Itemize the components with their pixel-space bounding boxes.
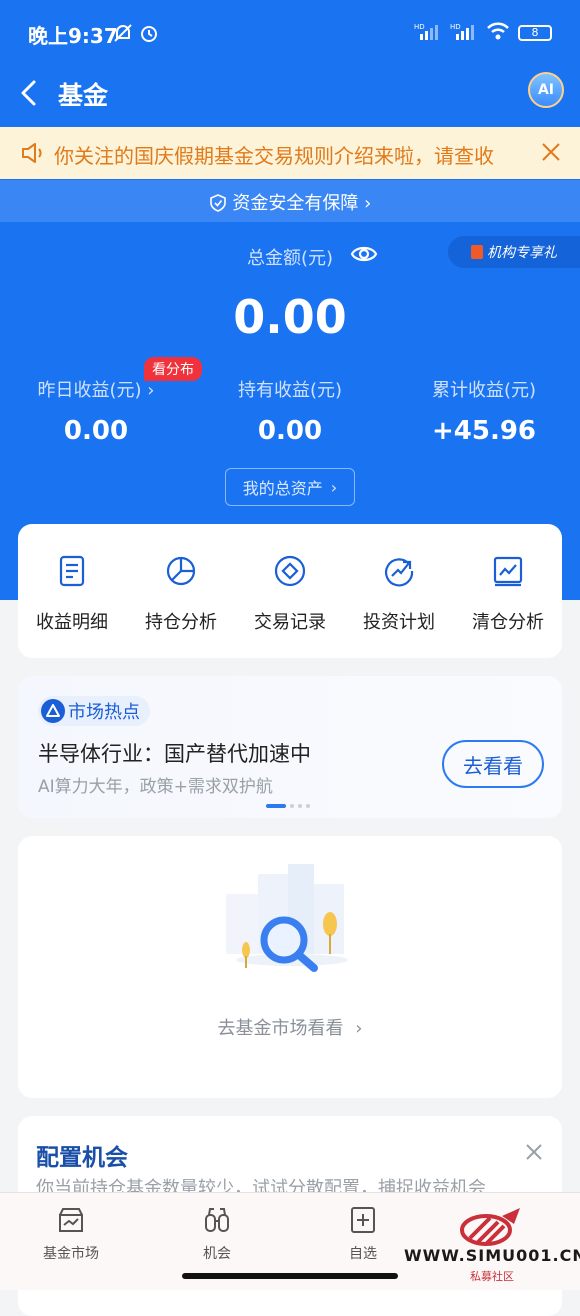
tool-label: 清仓分析 <box>472 612 544 633</box>
close-icon[interactable] <box>540 141 562 163</box>
nav-bar: 基金 AI <box>0 66 580 126</box>
go-fund-market-text: 去基金市场看看 <box>217 1018 344 1039</box>
market-hot-tag: 市场热点 <box>38 696 150 726</box>
hot-title: 半导体行业：国产替代加速中 <box>38 742 311 766</box>
chevron-right-icon: › <box>147 380 155 401</box>
holding-earnings-label: 持有收益(元) <box>237 380 343 401</box>
tab-fund-market[interactable]: 基金市场 <box>16 1205 126 1263</box>
eye-icon[interactable] <box>350 243 378 265</box>
market-icon <box>59 1208 83 1232</box>
watermark: WWW.SIMU001.CN 私募社区 <box>404 1198 580 1289</box>
wifi-icon <box>486 22 510 43</box>
status-indicators: HD HD 8 <box>414 22 552 43</box>
back-arrow-icon[interactable] <box>16 78 42 108</box>
close-icon[interactable] <box>524 1142 544 1162</box>
chevron-right-icon: › <box>355 1018 363 1039</box>
tools-card: 收益明细 持仓分析 交易记录 投资计划 清仓分析 <box>18 524 562 658</box>
assets-button-label: 我的总资产 <box>242 479 323 498</box>
tool-label: 交易记录 <box>254 612 326 633</box>
triangle-icon <box>41 699 65 723</box>
svg-text:HD: HD <box>450 23 461 31</box>
search-empty-illustration <box>226 864 348 972</box>
yesterday-earnings-value: 0.00 <box>63 416 129 446</box>
pie-chart-icon <box>166 556 196 586</box>
tool-investment-plan[interactable]: 投资计划 <box>345 554 453 634</box>
yesterday-earnings-label: 昨日收益(元) <box>37 380 142 401</box>
holding-earnings-value: 0.00 <box>257 416 323 446</box>
line-chart-icon <box>493 556 523 587</box>
battery-icon: 8 <box>518 24 552 41</box>
cumulative-earnings-value: +45.96 <box>431 416 537 446</box>
chevron-right-icon: › <box>364 193 372 214</box>
safety-text: 资金安全有保障 <box>232 193 359 214</box>
cumulative-earnings-label: 累计收益(元) <box>431 380 537 401</box>
notice-text: 你关注的国庆假期基金交易规则介绍来啦，请查收 <box>54 144 494 168</box>
binoculars-icon <box>205 1208 229 1232</box>
tab-label: 机会 <box>203 1246 231 1262</box>
market-hot-tag-text: 市场热点 <box>68 702 140 723</box>
total-amount-label: 总金额(元) <box>0 244 580 270</box>
ai-assistant-icon[interactable]: AI <box>528 72 564 108</box>
safety-banner[interactable]: 资金安全有保障 › <box>0 180 580 222</box>
watermark-logo <box>460 1208 520 1246</box>
document-icon <box>59 555 85 587</box>
market-hot-card[interactable]: 市场热点 半导体行业：国产替代加速中 AI算力大年，政策+需求双护航 去看看 <box>18 676 562 818</box>
tab-opportunity[interactable]: 机会 <box>162 1205 272 1263</box>
shield-icon <box>209 194 226 212</box>
cumulative-earnings: 累计收益(元) +45.96 <box>394 376 574 446</box>
holding-earnings: 持有收益(元) 0.00 <box>200 376 380 446</box>
watermark-url: WWW.SIMU001.CN <box>404 1246 580 1265</box>
carousel-dot <box>306 804 310 808</box>
carousel-indicator <box>266 804 310 808</box>
status-bar: 晚上9:37 HD HD 8 <box>0 0 580 66</box>
total-label-text: 总金额(元) <box>246 248 334 269</box>
tool-clearance-analysis[interactable]: 清仓分析 <box>454 554 562 634</box>
go-see-button[interactable]: 去看看 <box>442 740 544 788</box>
tab-watchlist[interactable]: 自选 <box>308 1205 418 1263</box>
add-favorite-icon <box>351 1207 375 1233</box>
notice-banner[interactable]: 你关注的国庆假期基金交易规则介绍来啦，请查收 <box>0 127 580 179</box>
tool-holding-analysis[interactable]: 持仓分析 <box>127 554 235 634</box>
record-icon <box>274 555 306 587</box>
mute-bell-icon <box>114 24 132 42</box>
tab-label: 基金市场 <box>43 1246 99 1262</box>
svg-text:HD: HD <box>414 23 425 31</box>
carousel-dot <box>290 804 294 808</box>
yesterday-earnings[interactable]: 昨日收益(元) › 0.00 <box>6 376 186 446</box>
watermark-text: 私募社区 <box>470 1270 514 1283</box>
total-amount-value: 0.00 <box>233 290 347 344</box>
tab-label: 自选 <box>349 1246 377 1262</box>
alarm-icon <box>141 26 157 42</box>
tool-label: 收益明细 <box>36 612 108 633</box>
empty-holdings-card: 去基金市场看看 › <box>18 836 562 1098</box>
my-total-assets-button[interactable]: 我的总资产 › <box>225 468 355 506</box>
config-title: 配置机会 <box>36 1145 128 1171</box>
page-title: 基金 <box>58 81 109 110</box>
tool-trade-records[interactable]: 交易记录 <box>236 554 344 634</box>
carousel-dot <box>266 804 286 808</box>
tool-label: 投资计划 <box>363 612 435 633</box>
trend-icon <box>385 558 414 587</box>
go-fund-market-link[interactable]: 去基金市场看看 › <box>18 1014 562 1040</box>
home-indicator[interactable] <box>182 1273 398 1279</box>
signal-icon-2: HD <box>450 22 478 43</box>
chevron-right-icon: › <box>330 477 338 497</box>
carousel-dot <box>298 804 302 808</box>
signal-icon: HD <box>414 22 442 43</box>
status-time: 晚上9:37 <box>28 24 118 48</box>
hot-subtitle: AI算力大年，政策+需求双护航 <box>38 777 273 797</box>
tool-label: 持仓分析 <box>145 612 217 633</box>
speaker-icon <box>22 143 42 163</box>
tool-earnings-detail[interactable]: 收益明细 <box>18 554 126 634</box>
